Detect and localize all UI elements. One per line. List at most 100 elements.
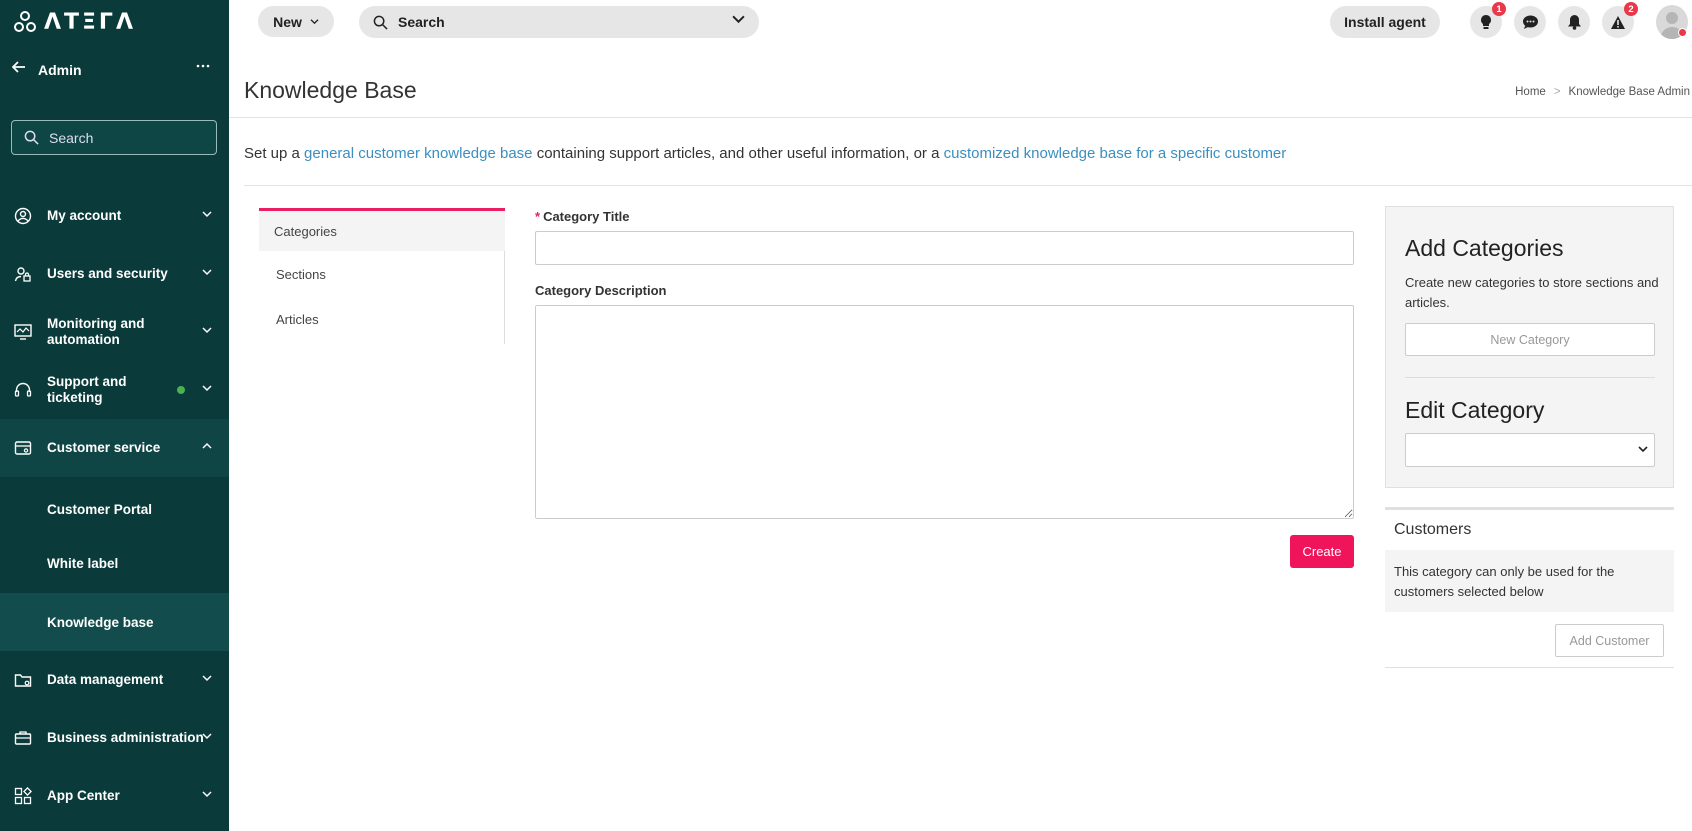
chat-icon bbox=[1522, 15, 1538, 29]
breadcrumb-separator: > bbox=[1553, 86, 1561, 98]
chevron-down-icon bbox=[202, 790, 212, 801]
sidebar-subitem-white-label[interactable]: White label bbox=[0, 541, 229, 585]
new-button-label: New bbox=[273, 13, 302, 30]
new-button[interactable]: New bbox=[258, 6, 334, 37]
alerts-badge: 2 bbox=[1624, 2, 1638, 16]
bell-icon bbox=[1567, 15, 1581, 30]
sidebar-item-support-and-ticketing[interactable]: Support and ticketing bbox=[0, 372, 229, 408]
sidebar-search-placeholder: Search bbox=[49, 129, 94, 146]
sidebar-item-customer-service[interactable]: Customer service bbox=[0, 419, 229, 477]
alerts-button[interactable]: 2 bbox=[1602, 2, 1638, 38]
sidebar-subitem-label: Knowledge base bbox=[47, 615, 154, 630]
sidebar: ΛΤΞΓΛ Admin Search My account Users and … bbox=[0, 0, 229, 831]
edit-category-heading: Edit Category bbox=[1405, 397, 1545, 423]
sidebar-item-label: Business administration bbox=[47, 730, 204, 745]
warning-icon bbox=[1611, 15, 1625, 29]
tab-categories[interactable]: Categories bbox=[259, 208, 505, 251]
chevron-down-icon bbox=[1638, 446, 1648, 453]
headset-icon bbox=[14, 382, 32, 397]
divider bbox=[229, 117, 1692, 118]
customized-kb-link[interactable]: customized knowledge base for a specific… bbox=[944, 145, 1287, 162]
add-customer-button[interactable]: Add Customer bbox=[1555, 624, 1664, 657]
customers-description: This category can only be used for the c… bbox=[1385, 550, 1674, 612]
folder-icon bbox=[14, 674, 32, 687]
chevron-down-icon[interactable] bbox=[732, 14, 745, 24]
breadcrumb-home[interactable]: Home bbox=[1515, 86, 1546, 98]
lightbulb-icon bbox=[1481, 15, 1491, 29]
category-panel: Add Categories Create new categories to … bbox=[1385, 206, 1674, 488]
chevron-down-icon bbox=[310, 19, 319, 25]
back-arrow-icon[interactable] bbox=[10, 60, 28, 79]
edit-category-select[interactable] bbox=[1405, 433, 1655, 467]
divider bbox=[1385, 667, 1674, 668]
sidebar-item-business-administration[interactable]: Business administration bbox=[0, 726, 229, 750]
sidebar-subitem-knowledge-base[interactable]: Knowledge base bbox=[0, 593, 229, 651]
global-search-input[interactable]: Search bbox=[359, 6, 759, 38]
tab-articles[interactable]: Articles bbox=[259, 298, 505, 341]
category-title-label-text: Category Title bbox=[543, 209, 630, 224]
chevron-down-icon bbox=[202, 210, 212, 221]
tab-label: Sections bbox=[276, 267, 326, 282]
category-title-input[interactable] bbox=[535, 231, 1354, 265]
sidebar-subitem-customer-portal[interactable]: Customer Portal bbox=[0, 487, 229, 531]
tab-label: Categories bbox=[274, 223, 337, 239]
sidebar-subitem-label: White label bbox=[47, 556, 119, 571]
users-lock-icon bbox=[14, 267, 31, 282]
add-categories-description: Create new categories to store sections … bbox=[1405, 275, 1659, 310]
chevron-down-icon bbox=[202, 674, 212, 685]
notifications-button[interactable] bbox=[1558, 6, 1590, 38]
sidebar-search-input[interactable]: Search bbox=[11, 120, 217, 155]
chevron-down-icon bbox=[202, 732, 212, 743]
install-agent-button[interactable]: Install agent bbox=[1330, 6, 1440, 38]
avatar-status-dot bbox=[1678, 28, 1687, 37]
search-icon bbox=[373, 15, 388, 30]
general-kb-link[interactable]: general customer knowledge base bbox=[304, 145, 532, 162]
customers-heading: Customers bbox=[1394, 521, 1472, 538]
new-category-button[interactable]: New Category bbox=[1405, 323, 1655, 356]
apps-icon bbox=[14, 787, 32, 805]
add-categories-heading: Add Categories bbox=[1405, 235, 1564, 261]
chevron-down-icon bbox=[202, 326, 212, 337]
sidebar-item-monitoring-and-automation[interactable]: Monitoring and automation bbox=[0, 314, 229, 350]
category-title-label: * Category Title bbox=[535, 209, 630, 224]
intro-middle: containing support articles, and other u… bbox=[532, 145, 944, 162]
brand-logo[interactable]: ΛΤΞΓΛ bbox=[14, 9, 136, 35]
briefcase-icon bbox=[14, 731, 32, 745]
logo-icon bbox=[14, 11, 36, 32]
tips-button[interactable]: 1 bbox=[1470, 2, 1506, 38]
sidebar-subitem-label: Customer Portal bbox=[47, 502, 153, 517]
search-icon bbox=[24, 130, 39, 145]
create-button[interactable]: Create bbox=[1290, 535, 1354, 568]
global-search-label: Search bbox=[398, 14, 445, 30]
breadcrumb: Home > Knowledge Base Admin bbox=[1515, 86, 1690, 98]
divider bbox=[1385, 507, 1674, 510]
admin-label: Admin bbox=[38, 62, 82, 78]
user-circle-icon bbox=[14, 207, 32, 225]
divider bbox=[1405, 377, 1655, 378]
sidebar-item-label: My account bbox=[47, 208, 122, 223]
breadcrumb-current: Knowledge Base Admin bbox=[1568, 86, 1690, 98]
sidebar-item-label: App Center bbox=[47, 788, 120, 803]
tab-label: Articles bbox=[276, 312, 319, 327]
sidebar-item-my-account[interactable]: My account bbox=[0, 204, 229, 228]
monitor-icon bbox=[14, 324, 32, 340]
intro-prefix: Set up a bbox=[244, 145, 305, 162]
sidebar-item-label: Customer service bbox=[47, 440, 161, 455]
required-asterisk-icon: * bbox=[535, 209, 541, 224]
tab-sections[interactable]: Sections bbox=[259, 253, 505, 296]
chevron-up-icon bbox=[202, 442, 212, 453]
chevron-down-icon bbox=[202, 384, 212, 395]
chat-button[interactable] bbox=[1514, 6, 1546, 38]
customer-service-icon bbox=[14, 441, 32, 455]
admin-header: Admin bbox=[0, 56, 229, 84]
more-options-icon[interactable] bbox=[196, 58, 210, 77]
status-dot bbox=[177, 386, 185, 394]
sidebar-item-data-management[interactable]: Data management bbox=[0, 668, 229, 692]
page-title: Knowledge Base bbox=[244, 77, 417, 103]
sidebar-item-label: Data management bbox=[47, 672, 164, 687]
category-description-textarea[interactable] bbox=[535, 305, 1354, 519]
logo-text: ΛΤΞΓΛ bbox=[44, 9, 136, 35]
kb-tabs: Categories Sections Articles bbox=[259, 208, 505, 344]
sidebar-item-users-and-security[interactable]: Users and security bbox=[0, 262, 229, 286]
sidebar-item-app-center[interactable]: App Center bbox=[0, 784, 229, 808]
